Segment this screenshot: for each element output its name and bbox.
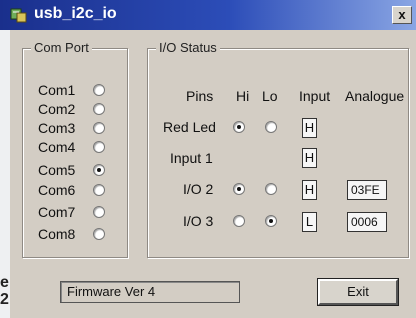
io-2-lo-radio[interactable] (265, 183, 277, 195)
com-port-label: Com5 (38, 162, 76, 178)
com-port-label: Com6 (38, 182, 76, 198)
com-port-label: Com2 (38, 101, 76, 117)
com7-radio[interactable] (93, 206, 105, 218)
title-bar[interactable]: usb_i2c_io x (0, 0, 416, 30)
red-led-input-indicator: H (302, 118, 317, 138)
com-port-label: Com4 (38, 139, 76, 155)
io-status-group-label: I/O Status (156, 40, 220, 55)
side-glyph: 2 (0, 291, 9, 308)
hi-header: Hi (236, 88, 250, 104)
app-window: usb_i2c_io x e 2 Com Port Com1 Com2 Com3… (0, 0, 416, 318)
side-glyph: e (0, 274, 9, 291)
close-button[interactable]: x (392, 6, 412, 24)
com5-radio[interactable] (93, 164, 105, 176)
com-port-label: Com1 (38, 82, 76, 98)
input-1-input-indicator: H (302, 148, 317, 168)
io-2-analogue-field: 03FE (347, 180, 387, 200)
app-icon (10, 8, 27, 23)
io-3-label: I/O 3 (183, 213, 214, 229)
firmware-status: Firmware Ver 4 (60, 281, 240, 303)
analogue-header: Analogue (345, 88, 405, 104)
com1-radio[interactable] (93, 84, 105, 96)
com-port-group-label: Com Port (31, 40, 92, 55)
input-1-label: Input 1 (170, 150, 213, 166)
com2-radio[interactable] (93, 103, 105, 115)
input-header: Input (299, 88, 331, 104)
lo-header: Lo (262, 88, 278, 104)
io-3-hi-radio[interactable] (233, 215, 245, 227)
com-port-option[interactable]: Com7 (38, 202, 118, 224)
red-led-label: Red Led (163, 119, 216, 135)
com8-radio[interactable] (93, 228, 105, 240)
io-3-input-indicator: L (302, 212, 317, 232)
com-port-option[interactable]: Com6 (38, 180, 118, 202)
com6-radio[interactable] (93, 184, 105, 196)
io-2-label: I/O 2 (183, 181, 214, 197)
com-port-label: Com3 (38, 120, 76, 136)
red-led-hi-radio[interactable] (233, 121, 245, 133)
com-port-label: Com8 (38, 226, 76, 242)
io-3-lo-radio[interactable] (265, 215, 277, 227)
com-port-option[interactable]: Com8 (38, 224, 118, 246)
io-3-analogue-field: 0006 (347, 212, 387, 232)
exit-button[interactable]: Exit (317, 278, 399, 306)
com-port-label: Com7 (38, 204, 76, 220)
com-port-option[interactable]: Com5 (38, 160, 118, 182)
com4-radio[interactable] (93, 141, 105, 153)
com3-radio[interactable] (93, 122, 105, 134)
com-port-option[interactable]: Com4 (38, 137, 118, 159)
pins-header: Pins (186, 88, 214, 104)
io-2-input-indicator: H (302, 180, 317, 200)
io-2-hi-radio[interactable] (233, 183, 245, 195)
window-title: usb_i2c_io (34, 5, 117, 22)
red-led-lo-radio[interactable] (265, 121, 277, 133)
